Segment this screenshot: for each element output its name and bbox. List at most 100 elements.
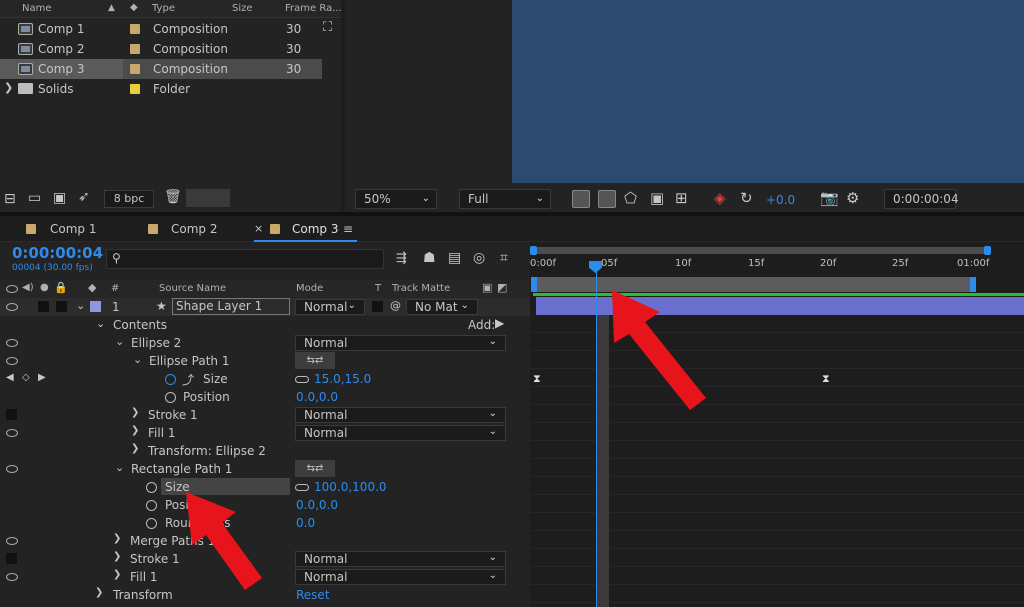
layer-name-field[interactable]: Shape Layer 1 [172,298,290,315]
chevron-right-icon[interactable]: ❯ [113,551,121,562]
col-type[interactable]: Type [152,3,175,14]
link-icon[interactable] [295,484,309,491]
eye-icon[interactable] [6,357,18,365]
eye-icon[interactable] [6,303,18,311]
flowchart-icon[interactable]: ⛶ [323,20,332,35]
label-swatch[interactable] [130,44,140,54]
chevron-down-icon[interactable]: ⌄ [76,299,85,312]
lock-icon[interactable]: 🔒 [54,281,68,294]
property-value[interactable]: 100.0,100.0 [314,480,387,494]
col-name[interactable]: Name [22,3,52,14]
col-frame-rate[interactable]: Frame Ra... [285,3,342,14]
work-area-bar[interactable] [533,247,987,254]
comp-mini-flowchart-icon[interactable]: ⇶ [396,251,407,266]
lock-toggle[interactable] [56,301,67,312]
fill-group[interactable]: ❯ Fill 1 Normal ⌄ [0,568,530,586]
current-time[interactable]: 0:00:00:04 [12,244,103,262]
tab-comp-2[interactable]: Comp 2 [148,216,248,242]
track-matte-dropdown[interactable]: No Mat ⌄ [406,299,478,315]
stopwatch-icon[interactable] [146,518,157,529]
blend-mode-dropdown[interactable]: Normal ⌄ [295,551,506,567]
layer-bar[interactable] [536,297,1024,315]
region-of-interest-icon[interactable]: ▣ [650,189,664,207]
project-item[interactable]: Comp 1 Composition 30 ⛶ [0,19,341,39]
chevron-right-icon[interactable]: ❯ [4,81,13,94]
eye-icon[interactable] [6,285,18,293]
stopwatch-icon[interactable] [146,500,157,511]
transform-ellipse-group[interactable]: ❯ Transform: Ellipse 2 [0,442,530,460]
layer-row[interactable]: ⌄ 1 ★ Shape Layer 1 Normal ⌄ @ No Mat ⌄ [0,298,530,316]
stopwatch-icon[interactable] [146,482,157,493]
project-item[interactable]: Comp 2 Composition 30 [0,39,341,59]
tab-comp-3[interactable]: × Comp 3 ≡ [254,216,357,242]
blend-mode-dropdown[interactable]: Normal ⌄ [295,569,506,585]
chevron-down-icon[interactable]: ⌄ [96,317,105,330]
exposure-value[interactable]: +0.0 [766,193,795,207]
sort-up-icon[interactable]: ▲ [108,3,115,13]
bpc-button[interactable]: 8 bpc [104,190,154,208]
add-menu-icon[interactable]: ▶ [495,316,504,330]
channels-icon[interactable]: ◈ [714,189,726,207]
blend-mode-dropdown[interactable]: Normal ⌄ [295,335,506,351]
keyframe-icon[interactable]: ⧗ [822,372,830,386]
ellipse-position-property[interactable]: Position 0.0,0.0 [0,388,530,406]
snapshot-camera-icon[interactable]: 📷 [820,189,839,207]
label-swatch[interactable] [130,84,140,94]
col-size[interactable]: Size [232,3,253,14]
render-queue-icon[interactable]: ➶ [78,189,90,205]
path-direction-icon[interactable]: ⇆⇄ [295,352,335,369]
reset-exposure-icon[interactable]: ↻ [740,189,753,207]
close-icon[interactable]: × [254,216,263,242]
zoom-dropdown[interactable]: 50% ⌄ [355,189,437,209]
tab-menu-icon[interactable]: ≡ [343,216,353,242]
stroke-group[interactable]: ❯ Stroke 1 Normal ⌄ [0,406,530,424]
stroke-group[interactable]: ❯ Stroke 1 Normal ⌄ [0,550,530,568]
visibility-toggle[interactable] [6,409,17,420]
ellipse-path-group[interactable]: ⌄ Ellipse Path 1 ⇆⇄ [0,352,530,370]
eye-icon[interactable] [6,339,18,347]
solo-icon[interactable]: ● [40,282,49,293]
new-folder-icon[interactable]: ▭ [28,190,41,206]
shy-layers-icon[interactable]: ☗ [423,250,436,266]
chevron-right-icon[interactable]: ❯ [113,533,121,544]
rectangle-size-property[interactable]: Size 100.0,100.0 [0,478,530,496]
frame-blending-icon[interactable]: ▤ [448,250,461,266]
layer-mode-dropdown[interactable]: Normal ⌄ [295,299,365,315]
interpret-footage-icon[interactable]: ⊟ [4,191,16,207]
switches-icon[interactable]: ▣ [482,281,492,294]
audio-icon[interactable]: ◀) [22,282,34,293]
chevron-right-icon[interactable]: ❯ [131,425,139,436]
ellipse-group[interactable]: ⌄ Ellipse 2 Normal ⌄ [0,334,530,352]
composition-canvas[interactable] [512,0,1024,183]
project-item[interactable]: ❯ Solids Folder [0,79,341,99]
color-swatch-field[interactable] [186,189,230,207]
property-value[interactable]: 0.0 [296,516,315,530]
blend-mode-dropdown[interactable]: Normal ⌄ [295,407,506,423]
viewer-timecode[interactable]: 0:00:00:04 [884,189,959,209]
layer-out-handle[interactable] [970,277,976,292]
rectangle-path-group[interactable]: ⌄ Rectangle Path 1 ⇆⇄ [0,460,530,478]
chevron-right-icon[interactable]: ❯ [131,407,139,418]
roundness-property[interactable]: Roundness 0.0 [0,514,530,532]
eye-icon[interactable] [6,429,18,437]
work-area-end-handle[interactable] [984,246,991,255]
col-source-name[interactable]: Source Name [159,283,226,294]
label-swatch[interactable] [90,301,101,312]
stopwatch-icon[interactable] [165,392,176,403]
transform-group[interactable]: ❯ Transform Reset [0,586,530,604]
fill-group[interactable]: ❯ Fill 1 Normal ⌄ [0,424,530,442]
work-area-start-handle[interactable] [530,246,537,255]
next-keyframe-icon[interactable]: ▶ [38,372,46,383]
contents-group[interactable]: ⌄ Contents Add: ▶ [0,316,530,334]
preserve-transparency-toggle[interactable] [372,301,383,312]
property-value[interactable]: 0.0,0.0 [296,390,338,404]
chevron-down-icon[interactable]: ⌄ [115,461,124,474]
chevron-down-icon[interactable]: ⌄ [115,335,124,348]
layer-search-input[interactable]: ⚲ [106,249,384,269]
eye-icon[interactable] [6,537,18,545]
chevron-right-icon[interactable]: ❯ [95,587,103,598]
graph-icon[interactable]: ⤴ [182,371,194,388]
graph-editor-icon[interactable]: ⌗ [500,250,508,266]
eye-icon[interactable] [6,465,18,473]
fast-previews-icon[interactable] [572,190,590,208]
